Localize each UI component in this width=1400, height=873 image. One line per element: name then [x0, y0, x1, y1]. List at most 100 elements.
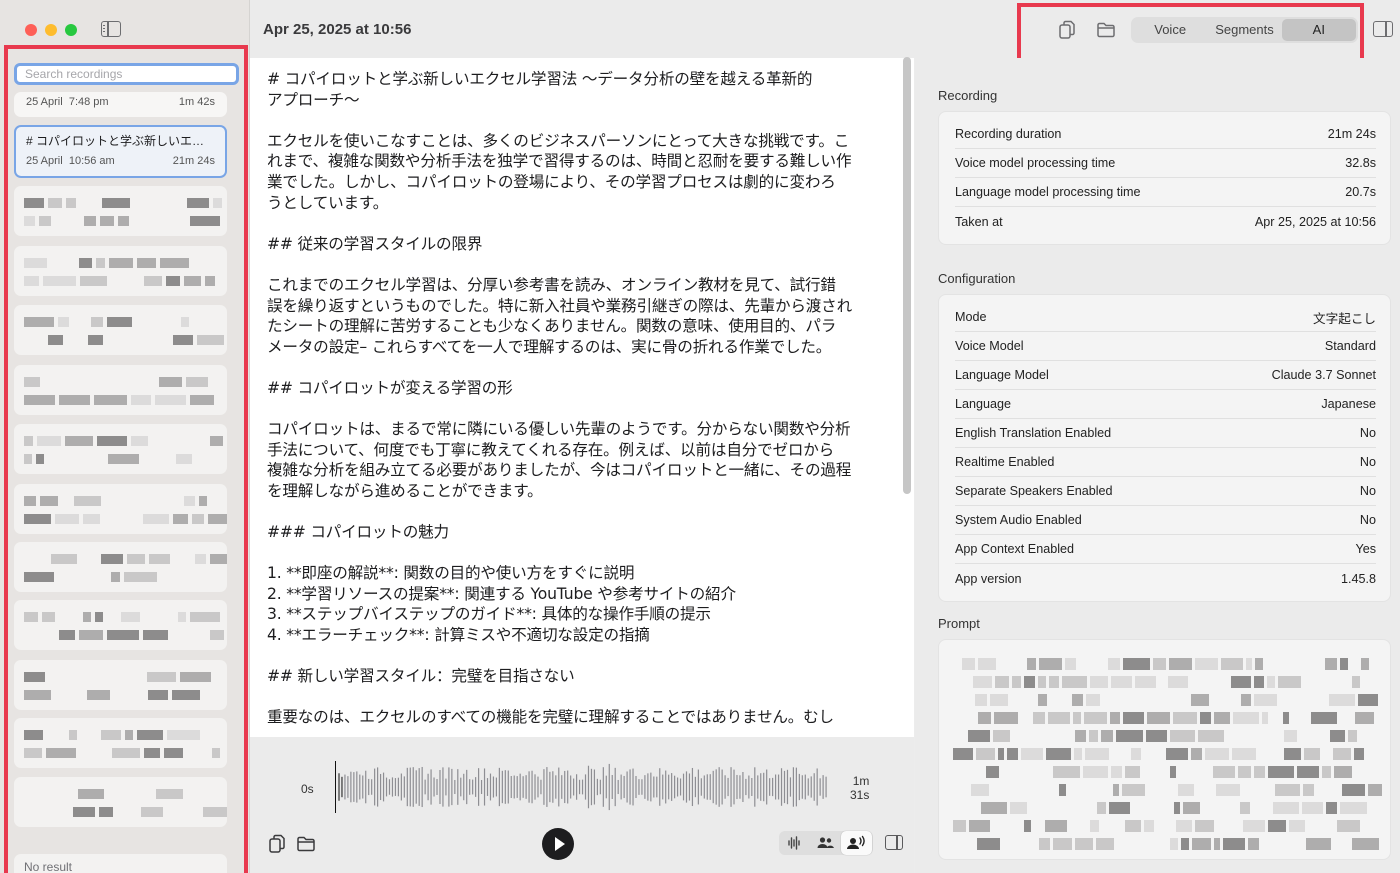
redacted-block — [1334, 766, 1352, 778]
waveform[interactable] — [335, 759, 835, 815]
tab-voice[interactable]: Voice — [1133, 19, 1207, 41]
recording-item-redacted[interactable] — [14, 718, 227, 768]
redacted-block — [24, 514, 51, 524]
inspector-panel: Recording Recording duration 21m 24s Voic… — [915, 58, 1400, 873]
copy-icon[interactable] — [267, 834, 287, 854]
redacted-block — [137, 730, 163, 740]
redacted-block — [1021, 748, 1043, 760]
config-value: 1.45.8 — [1340, 571, 1376, 586]
recording-item-redacted[interactable] — [14, 365, 227, 415]
tab-segments[interactable]: Segments — [1207, 19, 1281, 41]
recording-item-redacted[interactable] — [14, 777, 227, 827]
minimize-window-button[interactable] — [45, 24, 57, 36]
redacted-block — [101, 730, 121, 740]
document-scrollbar[interactable] — [903, 57, 911, 494]
redacted-block — [1354, 748, 1364, 760]
recording-item-redacted[interactable] — [14, 542, 227, 592]
redacted-block — [953, 820, 966, 832]
redacted-block — [141, 807, 163, 817]
redacted-block — [111, 572, 120, 582]
redacted-block — [1240, 802, 1250, 814]
redacted-block — [100, 216, 114, 226]
redacted-block — [1205, 748, 1229, 760]
ai-view-button[interactable] — [841, 831, 872, 855]
config-value: Yes — [1355, 542, 1376, 556]
search-field[interactable] — [14, 63, 239, 85]
recording-item-redacted[interactable] — [14, 246, 227, 296]
waveform-view-button[interactable] — [779, 831, 810, 855]
play-button[interactable] — [542, 828, 574, 860]
redacted-block — [1083, 766, 1108, 778]
redacted-block — [1342, 784, 1365, 796]
redacted-block — [1322, 766, 1331, 778]
speakers-view-button[interactable] — [810, 831, 841, 855]
redacted-block — [1352, 838, 1379, 850]
redacted-block — [1116, 730, 1143, 742]
redacted-block — [1329, 694, 1355, 706]
redacted-block — [97, 436, 127, 446]
redacted-block — [180, 672, 211, 682]
redacted-block — [1170, 730, 1195, 742]
redacted-block — [24, 395, 55, 405]
redacted-block — [1176, 820, 1192, 832]
sidebar: 25 April 7:48 pm 1m 42s # コパイロットと学ぶ新しいエク… — [0, 0, 250, 873]
recording-item-redacted[interactable] — [14, 600, 227, 650]
redacted-block — [1146, 730, 1167, 742]
recording-date: 25 April — [26, 96, 63, 108]
redacted-block — [1090, 676, 1108, 688]
sidebar-toggle-icon[interactable] — [101, 21, 121, 37]
redacted-block — [1096, 838, 1114, 850]
redacted-block — [1170, 766, 1176, 778]
redacted-block — [127, 554, 145, 564]
playback-end-time: 1m 31s — [850, 774, 869, 802]
close-window-button[interactable] — [25, 24, 37, 36]
redacted-block — [24, 377, 40, 387]
redacted-block — [24, 572, 54, 582]
tab-ai[interactable]: AI — [1281, 19, 1356, 41]
recording-item-redacted[interactable] — [14, 305, 227, 355]
redacted-block — [1340, 802, 1367, 814]
redacted-block — [1038, 694, 1047, 706]
redacted-block — [79, 630, 103, 640]
redacted-block — [1304, 748, 1320, 760]
zoom-window-button[interactable] — [65, 24, 77, 36]
recording-item-redacted[interactable] — [14, 424, 227, 474]
folder-icon[interactable] — [296, 834, 316, 854]
redacted-block — [197, 335, 224, 345]
recording-item[interactable]: 25 April 7:48 pm 1m 42s — [14, 92, 227, 117]
recording-item-redacted[interactable] — [14, 186, 227, 236]
redacted-block — [159, 377, 182, 387]
config-value: 文字起こし — [1313, 311, 1376, 326]
redacted-block — [978, 712, 991, 724]
redacted-block — [59, 630, 75, 640]
redacted-block — [1089, 730, 1098, 742]
redacted-block — [977, 838, 1000, 850]
redacted-block — [144, 276, 162, 286]
folder-icon[interactable] — [1096, 20, 1116, 40]
search-input[interactable] — [25, 67, 228, 81]
redacted-block — [24, 730, 43, 740]
redacted-block — [51, 554, 77, 564]
waveform-icon — [788, 836, 800, 850]
info-label: Voice model processing time — [955, 156, 1116, 170]
redacted-block — [1101, 730, 1113, 742]
config-value: No — [1359, 455, 1376, 469]
panel-toggle-icon[interactable] — [885, 835, 903, 850]
recording-item-redacted[interactable] — [14, 484, 227, 534]
redacted-block — [1283, 712, 1289, 724]
copy-icon[interactable] — [1057, 20, 1077, 40]
prompt-section-title: Prompt — [938, 616, 980, 631]
redacted-block — [24, 454, 32, 464]
redacted-block — [66, 198, 76, 208]
redacted-block — [971, 784, 989, 796]
transcript-text[interactable]: # コパイロットと学ぶ新しいエクセル学習法 ～データ分析の壁を越える革新的 アプ… — [267, 69, 887, 728]
redacted-block — [1195, 658, 1218, 670]
inspector-toggle-icon[interactable] — [1373, 21, 1393, 37]
people-icon — [817, 837, 834, 848]
transcript-document[interactable]: # コパイロットと学ぶ新しいエクセル学習法 ～データ分析の壁を越える革新的 アプ… — [250, 58, 914, 737]
info-row: Voice model processing time 32.8s — [955, 149, 1376, 178]
redacted-block — [1278, 676, 1301, 688]
recording-item-selected[interactable]: # コパイロットと学ぶ新しいエク… 25 April 10:56 am 21m … — [14, 125, 227, 178]
redacted-block — [1297, 766, 1319, 778]
recording-item-redacted[interactable] — [14, 660, 227, 710]
